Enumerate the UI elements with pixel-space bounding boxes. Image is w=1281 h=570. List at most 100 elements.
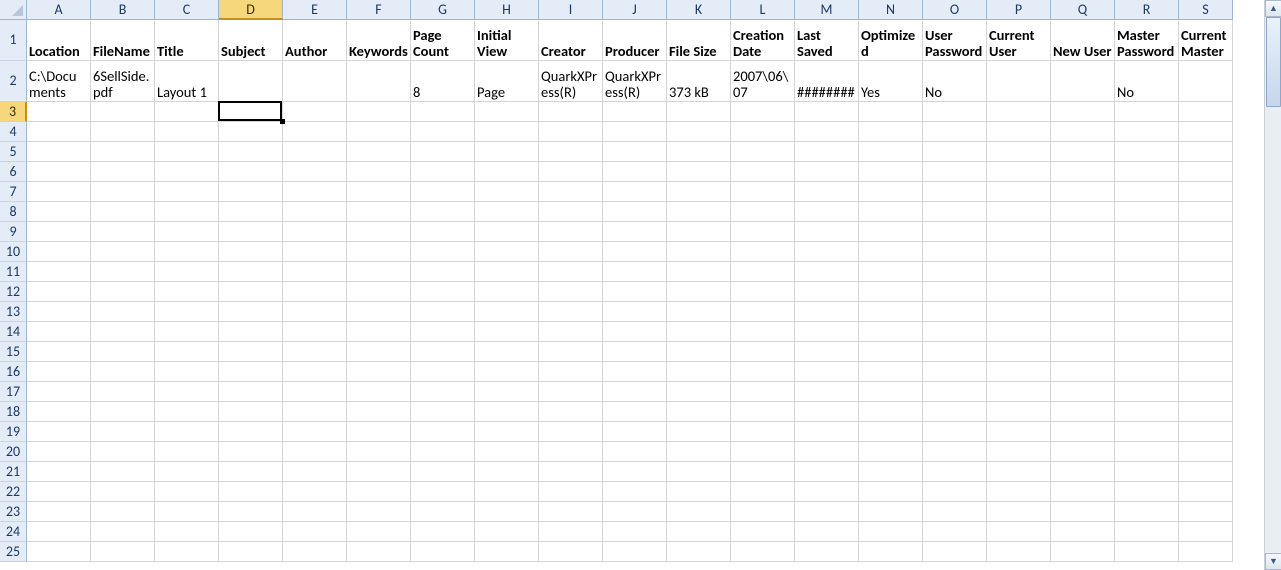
row-header-25[interactable]: 25 <box>0 542 27 562</box>
cell-G21[interactable] <box>411 462 475 482</box>
cell-H22[interactable] <box>475 482 539 502</box>
cell-G15[interactable] <box>411 342 475 362</box>
cell-A18[interactable] <box>27 402 91 422</box>
cell-N23[interactable] <box>859 502 923 522</box>
cell-S14[interactable] <box>1179 322 1233 342</box>
cell-O21[interactable] <box>923 462 987 482</box>
cell-B25[interactable] <box>91 542 155 562</box>
cell-R17[interactable] <box>1115 382 1179 402</box>
cell-L6[interactable] <box>731 162 795 182</box>
cell-H8[interactable] <box>475 202 539 222</box>
cell-P23[interactable] <box>987 502 1051 522</box>
cell-R3[interactable] <box>1115 102 1179 122</box>
cell-O5[interactable] <box>923 142 987 162</box>
cell-R15[interactable] <box>1115 342 1179 362</box>
cell-I8[interactable] <box>539 202 603 222</box>
cell-L2[interactable]: 2007\06\07 <box>731 61 795 102</box>
column-header-I[interactable]: I <box>539 0 603 20</box>
cell-C25[interactable] <box>155 542 219 562</box>
cell-L13[interactable] <box>731 302 795 322</box>
cell-B4[interactable] <box>91 122 155 142</box>
cell-B16[interactable] <box>91 362 155 382</box>
cell-K23[interactable] <box>667 502 731 522</box>
cell-N4[interactable] <box>859 122 923 142</box>
cell-F19[interactable] <box>347 422 411 442</box>
cell-F13[interactable] <box>347 302 411 322</box>
cell-L15[interactable] <box>731 342 795 362</box>
cell-S7[interactable] <box>1179 182 1233 202</box>
cell-M5[interactable] <box>795 142 859 162</box>
cell-F4[interactable] <box>347 122 411 142</box>
cell-C24[interactable] <box>155 522 219 542</box>
cell-Q14[interactable] <box>1051 322 1115 342</box>
cell-N7[interactable] <box>859 182 923 202</box>
cell-C6[interactable] <box>155 162 219 182</box>
cell-J24[interactable] <box>603 522 667 542</box>
cell-Q20[interactable] <box>1051 442 1115 462</box>
cell-H3[interactable] <box>475 102 539 122</box>
cell-H7[interactable] <box>475 182 539 202</box>
cell-A11[interactable] <box>27 262 91 282</box>
row-header-8[interactable]: 8 <box>0 202 27 222</box>
row-header-5[interactable]: 5 <box>0 142 27 162</box>
cell-A5[interactable] <box>27 142 91 162</box>
cell-S11[interactable] <box>1179 262 1233 282</box>
row-header-24[interactable]: 24 <box>0 522 27 542</box>
cell-H17[interactable] <box>475 382 539 402</box>
cell-L10[interactable] <box>731 242 795 262</box>
cell-I7[interactable] <box>539 182 603 202</box>
cell-E15[interactable] <box>283 342 347 362</box>
cell-K21[interactable] <box>667 462 731 482</box>
cell-H6[interactable] <box>475 162 539 182</box>
cell-L22[interactable] <box>731 482 795 502</box>
cell-E9[interactable] <box>283 222 347 242</box>
cell-R18[interactable] <box>1115 402 1179 422</box>
cell-I13[interactable] <box>539 302 603 322</box>
cell-C14[interactable] <box>155 322 219 342</box>
cell-J4[interactable] <box>603 122 667 142</box>
cell-J22[interactable] <box>603 482 667 502</box>
row-header-6[interactable]: 6 <box>0 162 27 182</box>
cell-D15[interactable] <box>219 342 283 362</box>
cell-L11[interactable] <box>731 262 795 282</box>
cell-L21[interactable] <box>731 462 795 482</box>
cell-I12[interactable] <box>539 282 603 302</box>
cell-B17[interactable] <box>91 382 155 402</box>
cell-S19[interactable] <box>1179 422 1233 442</box>
cell-D12[interactable] <box>219 282 283 302</box>
cell-M25[interactable] <box>795 542 859 562</box>
cell-C10[interactable] <box>155 242 219 262</box>
cell-F10[interactable] <box>347 242 411 262</box>
cell-M15[interactable] <box>795 342 859 362</box>
cell-E17[interactable] <box>283 382 347 402</box>
cell-E21[interactable] <box>283 462 347 482</box>
cell-S8[interactable] <box>1179 202 1233 222</box>
cell-L14[interactable] <box>731 322 795 342</box>
cell-K10[interactable] <box>667 242 731 262</box>
cell-G22[interactable] <box>411 482 475 502</box>
row-header-9[interactable]: 9 <box>0 222 27 242</box>
cell-B19[interactable] <box>91 422 155 442</box>
cell-R2[interactable]: No <box>1115 61 1179 102</box>
cell-E23[interactable] <box>283 502 347 522</box>
cell-C21[interactable] <box>155 462 219 482</box>
cell-M1[interactable]: Last Saved <box>795 20 859 61</box>
cell-J20[interactable] <box>603 442 667 462</box>
cell-D14[interactable] <box>219 322 283 342</box>
cell-A12[interactable] <box>27 282 91 302</box>
cell-E3[interactable] <box>283 102 347 122</box>
cell-H18[interactable] <box>475 402 539 422</box>
cell-C22[interactable] <box>155 482 219 502</box>
cell-R5[interactable] <box>1115 142 1179 162</box>
cell-J17[interactable] <box>603 382 667 402</box>
column-header-L[interactable]: L <box>731 0 795 20</box>
cell-O24[interactable] <box>923 522 987 542</box>
cell-J7[interactable] <box>603 182 667 202</box>
cell-Q17[interactable] <box>1051 382 1115 402</box>
cell-F3[interactable] <box>347 102 411 122</box>
cell-N9[interactable] <box>859 222 923 242</box>
cell-H9[interactable] <box>475 222 539 242</box>
row-header-12[interactable]: 12 <box>0 282 27 302</box>
cell-P24[interactable] <box>987 522 1051 542</box>
cell-L19[interactable] <box>731 422 795 442</box>
